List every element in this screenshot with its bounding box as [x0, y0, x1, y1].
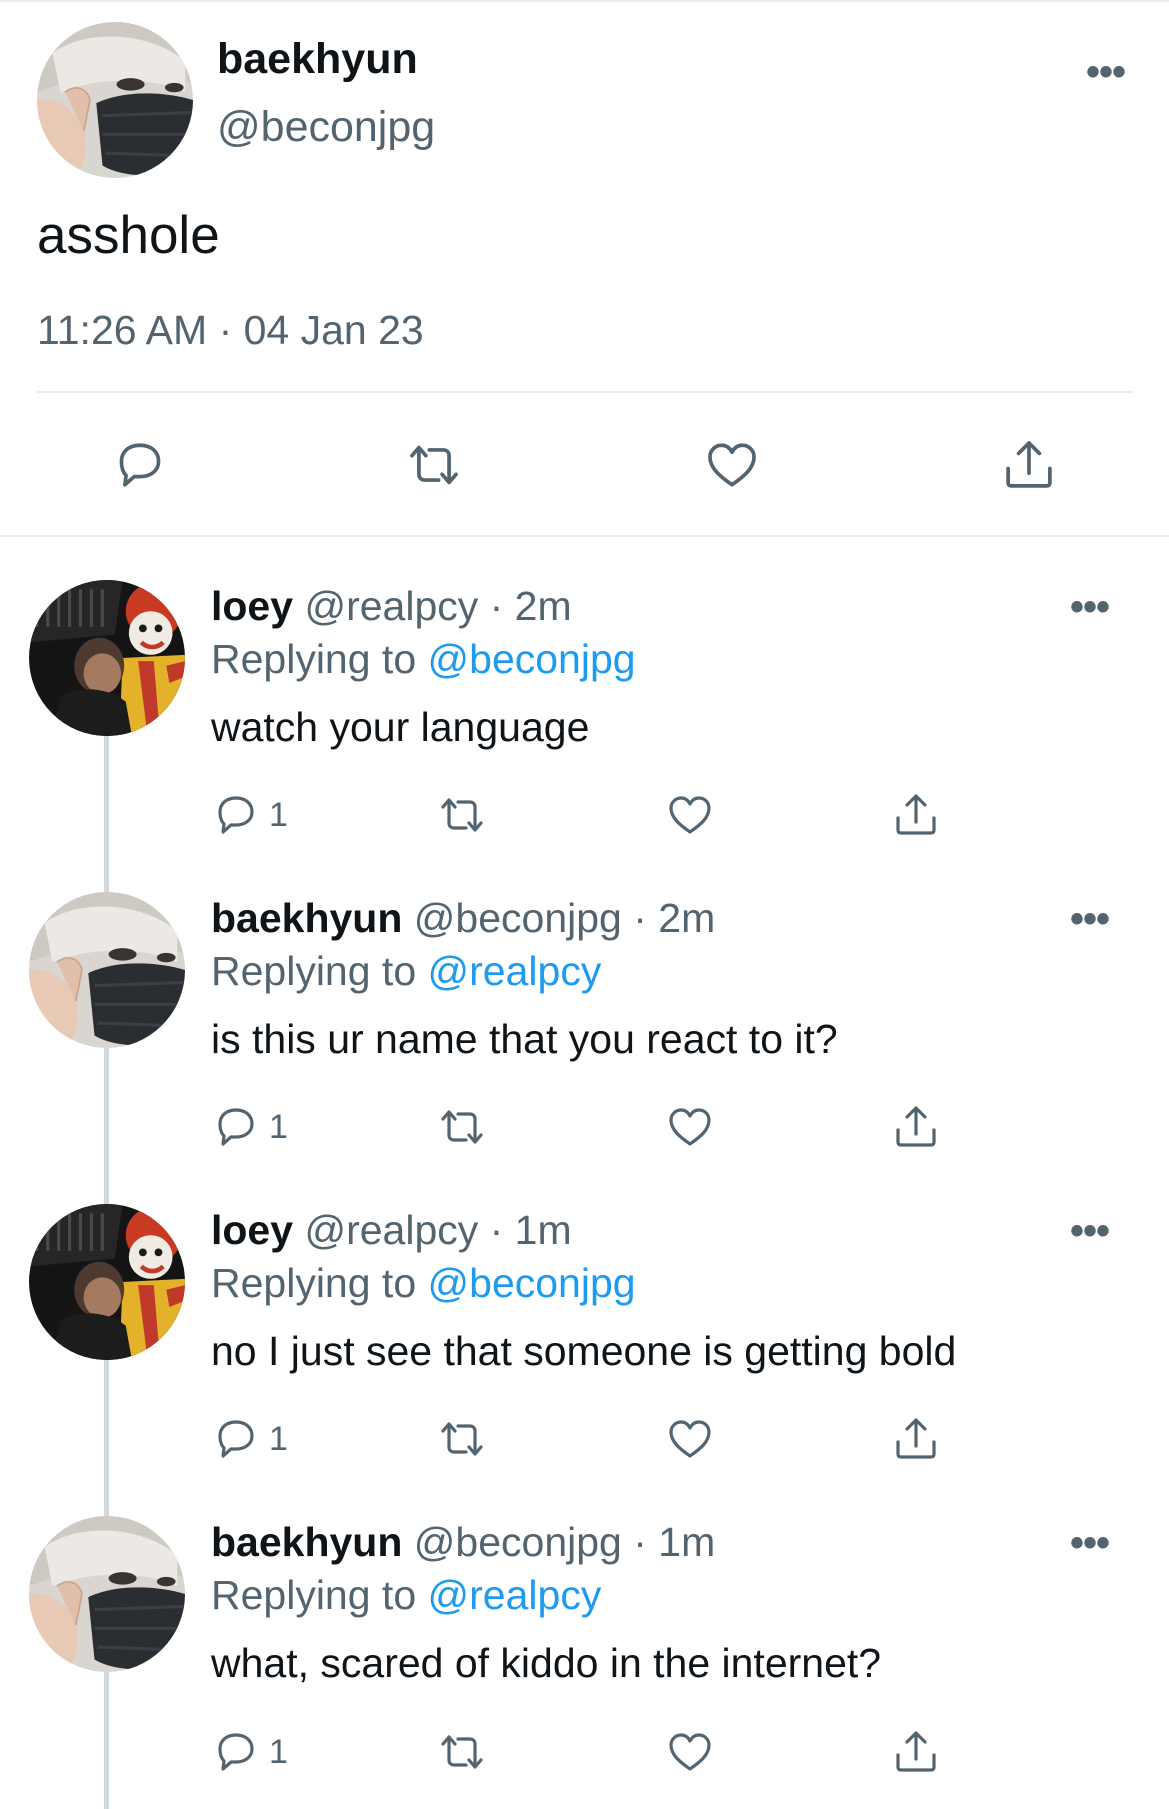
masked-photo-avatar: [29, 1516, 185, 1672]
reply-handle-time: @realpcy · 2m: [304, 583, 572, 629]
comment-icon: [218, 796, 254, 834]
author-handle[interactable]: @beconjpg: [217, 102, 435, 152]
reply-text: what, scared of kiddo in the internet?: [211, 1640, 882, 1686]
reply-count: 1: [269, 1732, 288, 1771]
replying-to: Replying to @realpcy: [211, 1570, 601, 1620]
comment-icon: [218, 1733, 254, 1771]
comment-icon: [218, 1420, 254, 1458]
reply-meta: loey @realpcy · 1m: [211, 1205, 572, 1255]
reply-button[interactable]: [111, 436, 169, 494]
more-icon[interactable]: •••: [1086, 52, 1126, 92]
share-icon: [896, 1731, 936, 1772]
reply-text: is this ur name that you react to it?: [211, 1016, 838, 1062]
like-button[interactable]: [665, 1102, 715, 1152]
more-icon[interactable]: •••: [1070, 1211, 1110, 1251]
retweet-icon: [441, 1110, 483, 1144]
retweet-button[interactable]: [405, 436, 463, 494]
like-button[interactable]: [703, 436, 761, 494]
tweet-text: asshole: [37, 206, 220, 265]
reply-button[interactable]: 1: [211, 1727, 288, 1777]
like-icon: [669, 796, 711, 834]
like-icon: [708, 443, 756, 487]
reply-avatar[interactable]: [29, 580, 185, 736]
retweet-button[interactable]: [437, 790, 487, 840]
like-button[interactable]: [665, 790, 715, 840]
tweet-timestamp[interactable]: 11:26 AM · 04 Jan 23: [37, 305, 424, 355]
masked-photo-avatar: [29, 892, 185, 1048]
reply-avatar[interactable]: [29, 892, 185, 1048]
retweet-button[interactable]: [437, 1727, 487, 1777]
reply-display-name[interactable]: baekhyun: [211, 895, 402, 941]
replying-to-link[interactable]: @realpcy: [428, 1572, 602, 1618]
reply-avatar[interactable]: [29, 1516, 185, 1672]
retweet-icon: [441, 798, 483, 832]
share-button[interactable]: [891, 1414, 941, 1464]
top-border: [0, 0, 1169, 2]
section-divider: [0, 535, 1169, 537]
share-button[interactable]: [891, 1727, 941, 1777]
reply-handle-time: @realpcy · 1m: [304, 1207, 572, 1253]
retweet-button[interactable]: [437, 1414, 487, 1464]
comment-icon: [119, 443, 161, 487]
reply-avatar[interactable]: [29, 1204, 185, 1360]
avatar[interactable]: [37, 22, 193, 178]
reply-text: watch your language: [211, 704, 590, 750]
share-button[interactable]: [1000, 436, 1058, 494]
like-button[interactable]: [665, 1727, 715, 1777]
replying-to-link[interactable]: @realpcy: [428, 948, 602, 994]
retweet-icon: [441, 1735, 483, 1769]
replying-prefix: Replying to: [211, 636, 417, 682]
replying-prefix: Replying to: [211, 1260, 417, 1306]
reply-display-name[interactable]: loey: [211, 583, 293, 629]
like-button[interactable]: [665, 1414, 715, 1464]
reply-button[interactable]: 1: [211, 790, 288, 840]
replying-prefix: Replying to: [211, 1572, 417, 1618]
reply-count: 1: [269, 1419, 288, 1458]
share-icon: [896, 1418, 936, 1459]
more-icon[interactable]: •••: [1070, 587, 1110, 627]
author-display-name[interactable]: baekhyun: [217, 34, 418, 84]
more-icon[interactable]: •••: [1070, 899, 1110, 939]
share-icon: [1006, 441, 1052, 488]
divider: [37, 391, 1134, 393]
replying-to-link[interactable]: @beconjpg: [428, 636, 636, 682]
reply-count: 1: [269, 1107, 288, 1146]
mcdonald-photo-avatar: [29, 580, 185, 736]
reply-meta: baekhyun @beconjpg · 2m: [211, 893, 715, 943]
share-icon: [896, 794, 936, 835]
retweet-button[interactable]: [437, 1102, 487, 1152]
replying-prefix: Replying to: [211, 948, 417, 994]
masked-photo-avatar: [37, 22, 193, 178]
share-icon: [896, 1106, 936, 1147]
reply-count: 1: [269, 795, 288, 834]
reply-meta: baekhyun @beconjpg · 1m: [211, 1517, 715, 1567]
like-icon: [669, 1733, 711, 1771]
reply-meta: loey @realpcy · 2m: [211, 581, 572, 631]
replying-to: Replying to @beconjpg: [211, 1258, 636, 1308]
like-icon: [669, 1108, 711, 1146]
comment-icon: [218, 1108, 254, 1146]
replying-to: Replying to @realpcy: [211, 946, 601, 996]
reply-button[interactable]: 1: [211, 1102, 288, 1152]
reply-handle-time: @beconjpg · 1m: [413, 1519, 716, 1565]
reply-button[interactable]: 1: [211, 1414, 288, 1464]
retweet-icon: [410, 445, 458, 485]
reply-display-name[interactable]: baekhyun: [211, 1519, 402, 1565]
retweet-icon: [441, 1422, 483, 1456]
more-icon[interactable]: •••: [1070, 1523, 1110, 1563]
mcdonald-photo-avatar: [29, 1204, 185, 1360]
share-button[interactable]: [891, 790, 941, 840]
replying-to: Replying to @beconjpg: [211, 634, 636, 684]
like-icon: [669, 1420, 711, 1458]
reply-display-name[interactable]: loey: [211, 1207, 293, 1253]
share-button[interactable]: [891, 1102, 941, 1152]
reply-text: no I just see that someone is getting bo…: [211, 1328, 957, 1374]
replying-to-link[interactable]: @beconjpg: [428, 1260, 636, 1306]
reply-handle-time: @beconjpg · 2m: [413, 895, 716, 941]
